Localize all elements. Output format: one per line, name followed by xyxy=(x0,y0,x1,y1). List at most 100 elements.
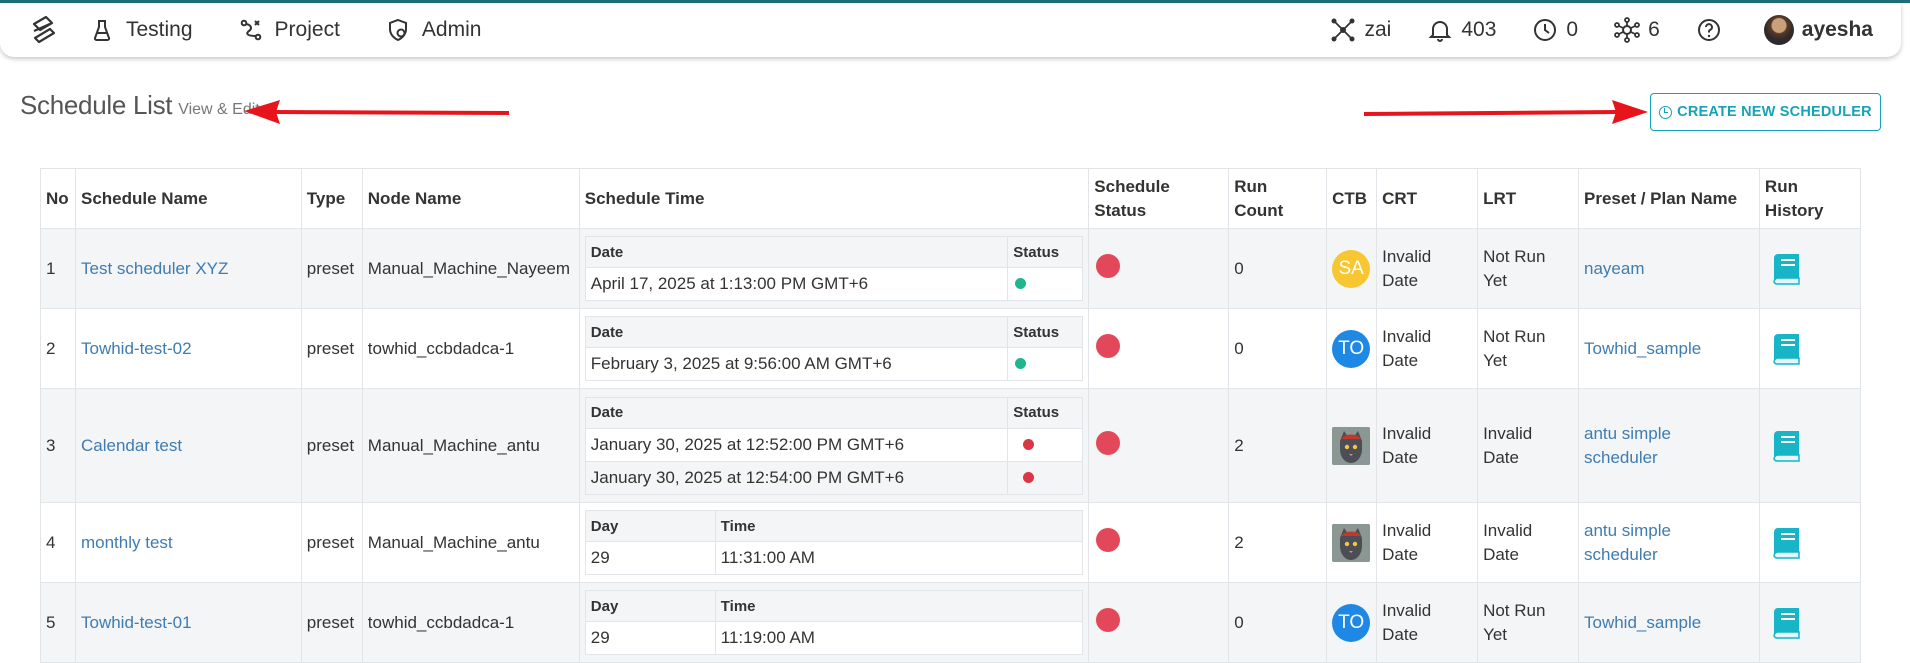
crt-cell: Invalid Date xyxy=(1376,308,1479,389)
schedule-time-table: Date Status January 30, 2025 at 12:52:00 … xyxy=(584,396,1084,495)
table-row: 4 monthly test preset Manual_Machine_ant… xyxy=(40,502,1862,583)
schedule-status-cell xyxy=(1088,582,1230,663)
col-lrt: LRT xyxy=(1477,168,1579,229)
nav-project-label: Project xyxy=(274,18,340,41)
row-node-name: Manual_Machine_antu xyxy=(361,502,580,583)
col-node-name: Node Name xyxy=(361,168,580,229)
status-dot-green xyxy=(1015,278,1027,289)
sub-header-time: Time xyxy=(714,510,1084,542)
app-logo-icon[interactable] xyxy=(26,13,60,47)
nodes-count: 6 xyxy=(1648,18,1660,41)
row-type: preset xyxy=(300,582,363,663)
run-count: 0 xyxy=(1228,582,1328,663)
col-run-history: Run History xyxy=(1758,168,1862,229)
ctb-cell: SA xyxy=(1326,228,1378,309)
table-row: 2 Towhid-test-02 preset towhid_ccbdadca-… xyxy=(40,308,1862,389)
schedule-time-cell: Day Time 29 11:31:00 AM xyxy=(578,502,1090,583)
schedule-name-link[interactable]: Towhid-test-02 xyxy=(74,308,302,389)
row-no: 3 xyxy=(40,388,76,503)
run-history-book-icon[interactable] xyxy=(1765,606,1855,640)
run-history-cell xyxy=(1758,308,1862,389)
ctb-cell: TO xyxy=(1326,582,1378,663)
schedule-table: No Schedule Name Type Node Name Schedule… xyxy=(40,168,1862,663)
sub-header-status: Status xyxy=(1007,396,1084,429)
row-no: 1 xyxy=(40,228,76,309)
crt-cell: Invalid Date xyxy=(1376,502,1479,583)
schedule-status-dot xyxy=(1096,254,1121,278)
schedule-name-link[interactable]: monthly test xyxy=(74,502,302,583)
row-type: preset xyxy=(300,388,363,503)
top-navbar: Testing Project Admin zai 403 0 6 ayesha xyxy=(0,3,1901,57)
notifications-count: 403 xyxy=(1461,18,1497,41)
status-dot-green xyxy=(1015,358,1027,369)
table-header-row: No Schedule Name Type Node Name Schedule… xyxy=(40,168,1862,229)
ctb-cell: TO xyxy=(1326,308,1378,389)
create-new-scheduler-button[interactable]: CREATE NEW SCHEDULER xyxy=(1650,93,1881,131)
schedule-status-dot xyxy=(1096,608,1121,632)
row-type: preset xyxy=(300,308,363,389)
run-history-book-icon[interactable] xyxy=(1765,252,1855,286)
help-button[interactable] xyxy=(1696,17,1730,43)
schedule-time: 11:19:00 AM xyxy=(714,621,1084,655)
nodes-button[interactable]: 6 xyxy=(1614,17,1660,43)
preset-link[interactable]: nayeam xyxy=(1578,228,1760,309)
notifications-button[interactable]: 403 xyxy=(1427,17,1496,43)
run-count: 2 xyxy=(1228,502,1328,583)
status-dot-red xyxy=(1023,471,1035,483)
run-history-book-icon[interactable] xyxy=(1765,429,1855,463)
workspace-name: zai xyxy=(1364,18,1392,41)
nodes-icon xyxy=(1614,17,1640,43)
table-row: 3 Calendar test preset Manual_Machine_an… xyxy=(40,388,1862,503)
annotation-arrow-left xyxy=(244,100,510,124)
sub-header-day: Day xyxy=(584,510,716,542)
avatar: SA xyxy=(1332,249,1371,288)
preset-link[interactable]: Towhid_sample xyxy=(1578,308,1760,389)
bell-icon xyxy=(1428,21,1452,42)
history-button[interactable]: 0 xyxy=(1532,17,1578,43)
run-history-cell xyxy=(1758,502,1862,583)
nav-project[interactable]: Project xyxy=(239,18,340,42)
row-node-name: towhid_ccbdadca-1 xyxy=(361,308,580,389)
run-count: 0 xyxy=(1228,228,1328,309)
page-title: Schedule List View & Edit xyxy=(20,90,260,121)
col-type: Type xyxy=(300,168,363,229)
schedule-time-cell: Date Status April 17, 2025 at 1:13:00 PM … xyxy=(578,228,1090,309)
workspace-switcher[interactable]: zai xyxy=(1330,17,1391,43)
schedule-time: 11:31:00 AM xyxy=(714,541,1084,575)
schedule-name-link[interactable]: Calendar test xyxy=(74,388,302,503)
run-history-book-icon[interactable] xyxy=(1765,332,1855,366)
run-count: 0 xyxy=(1228,308,1328,389)
crt-cell: Invalid Date xyxy=(1376,582,1479,663)
schedule-status-dot xyxy=(1096,334,1121,358)
schedule-status-cell xyxy=(1088,502,1230,583)
run-count: 2 xyxy=(1228,388,1328,503)
schedule-time-table: Day Time 29 11:31:00 AM xyxy=(584,510,1084,575)
col-schedule-time: Schedule Time xyxy=(578,168,1090,229)
avatar: TO xyxy=(1332,603,1371,642)
row-no: 4 xyxy=(40,502,76,583)
preset-link[interactable]: Towhid_sample xyxy=(1578,582,1760,663)
annotation-arrow-right xyxy=(1363,100,1648,124)
preset-link[interactable]: antu simple scheduler xyxy=(1578,502,1760,583)
row-node-name: Manual_Machine_Nayeem xyxy=(361,228,580,309)
history-count: 0 xyxy=(1566,18,1579,41)
network-icon xyxy=(1331,18,1355,42)
schedule-time-table: Day Time 29 11:19:00 AM xyxy=(584,590,1084,655)
col-crt: CRT xyxy=(1376,168,1479,229)
nav-admin[interactable]: Admin xyxy=(386,18,481,42)
nav-testing[interactable]: Testing xyxy=(90,18,193,42)
row-node-name: towhid_ccbdadca-1 xyxy=(361,582,580,663)
schedule-status-dot xyxy=(1096,528,1121,552)
schedule-status-cell xyxy=(1088,388,1230,503)
schedule-name-link[interactable]: Towhid-test-01 xyxy=(74,582,302,663)
schedule-name-link[interactable]: Test scheduler XYZ xyxy=(74,228,302,309)
user-menu[interactable]: ayesha xyxy=(1763,15,1873,45)
run-history-book-icon[interactable] xyxy=(1765,526,1855,560)
schedule-time-table: Date Status February 3, 2025 at 9:56:00 A… xyxy=(584,316,1084,381)
lrt-cell: Not Run Yet xyxy=(1477,308,1579,389)
preset-link[interactable]: antu simple scheduler xyxy=(1578,388,1760,503)
workflow-icon xyxy=(240,19,261,41)
schedule-time-table: Date Status April 17, 2025 at 1:13:00 PM … xyxy=(584,236,1084,301)
col-run-count: Run Count xyxy=(1228,168,1328,229)
schedule-date: January 30, 2025 at 12:52:00 PM GMT+6 xyxy=(584,427,1009,462)
